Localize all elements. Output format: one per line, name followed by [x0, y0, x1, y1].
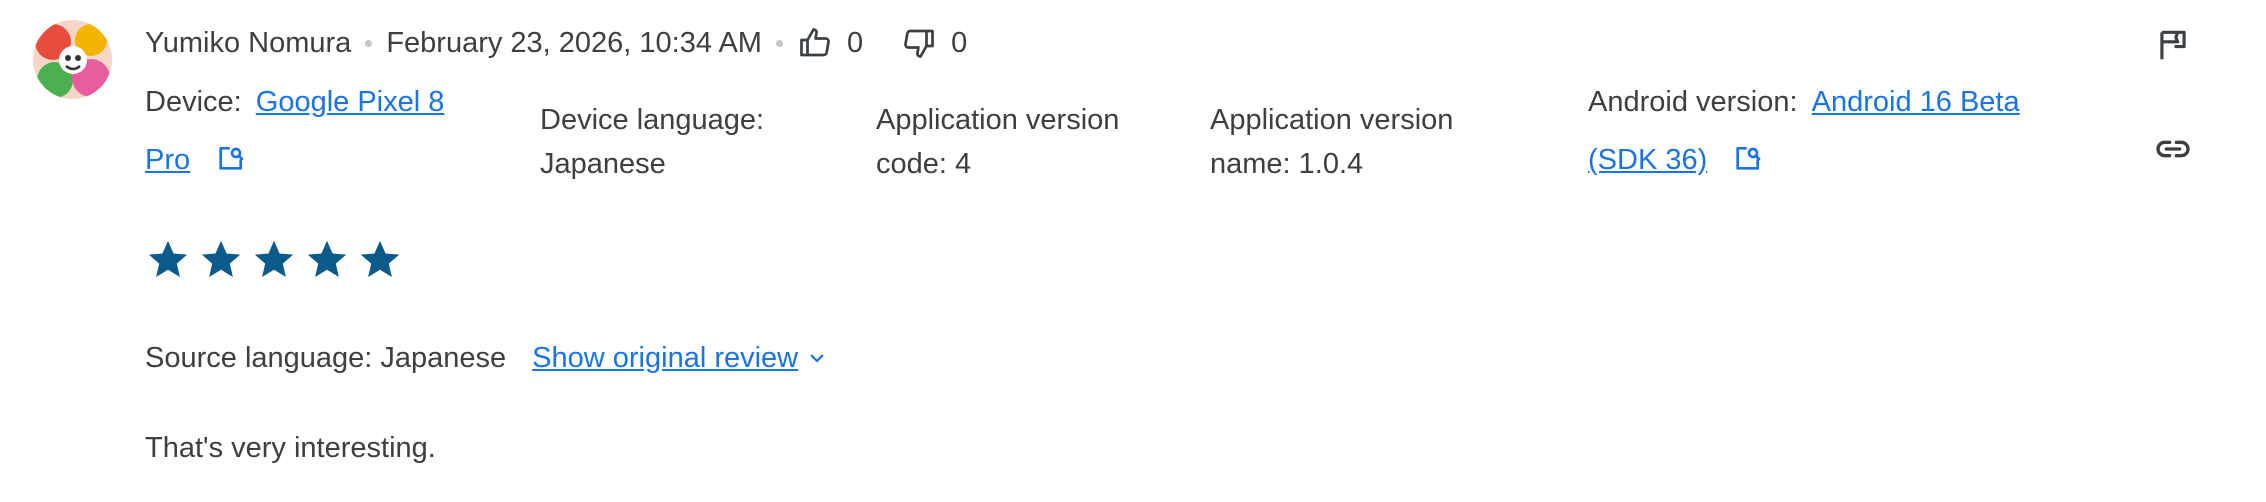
separator-dot [775, 39, 783, 47]
star-icon [357, 236, 403, 282]
thumbs-down-button[interactable]: 0 [901, 25, 967, 61]
show-original-review-link[interactable]: Show original review [532, 342, 798, 375]
thumbs-up-button[interactable]: 0 [797, 25, 863, 61]
device-link[interactable]: Pro [145, 144, 190, 176]
review-header: Yumiko Nomura February 23, 2026, 10:34 A… [145, 20, 967, 66]
device-language-info: Device language: Japanese [540, 98, 764, 186]
app-version-name-info: Application version name: 1.0.4 [1210, 98, 1453, 186]
app-version-name-value: 1.0.4 [1298, 148, 1364, 180]
thumbs-down-count: 0 [951, 26, 968, 59]
copy-link-button[interactable] [2150, 128, 2196, 174]
app-version-code-value: 4 [955, 148, 972, 180]
separator-dot [365, 39, 373, 47]
author-name: Yumiko Nomura [145, 26, 352, 59]
device-link[interactable]: Google Pixel 8 [256, 86, 445, 118]
device-language-value: Japanese [540, 148, 666, 180]
device-label: Device: [145, 86, 242, 118]
report-button[interactable] [2150, 24, 2196, 70]
android-version-link[interactable]: (SDK 36) [1588, 144, 1707, 176]
link-icon [2153, 129, 2193, 174]
app-version-code-label: code: [876, 148, 947, 180]
star-icon [198, 236, 244, 282]
thumbs-up-icon [797, 25, 833, 61]
open-in-new-icon[interactable] [1731, 143, 1763, 188]
app-version-code-info: Application version code: 4 [876, 98, 1119, 186]
open-in-new-icon[interactable] [214, 143, 246, 188]
android-version-info: Android version: Android 16 Beta (SDK 36… [1588, 80, 2020, 188]
star-icon [145, 236, 191, 282]
review-text: That's very interesting. [145, 432, 436, 464]
thumbs-down-icon [901, 25, 937, 61]
app-version-name-label: name: [1210, 148, 1291, 180]
review-datetime: February 23, 2026, 10:34 AM [386, 26, 762, 59]
thumbs-up-count: 0 [846, 26, 864, 59]
device-language-label: Device language: [540, 104, 765, 136]
app-version-code-label: Application version [876, 104, 1120, 136]
chevron-down-icon [808, 342, 826, 375]
show-original-review-button[interactable]: Show original review [532, 342, 826, 375]
avatar [33, 20, 112, 99]
source-language-label: Source language: Japanese [145, 341, 507, 374]
translation-row: Source language: Japanese Show original … [145, 338, 826, 378]
app-version-name-label: Application version [1210, 104, 1454, 136]
review-card: Yumiko Nomura February 23, 2026, 10:34 A… [0, 0, 2266, 502]
android-version-link[interactable]: Android 16 Beta [1812, 86, 2020, 118]
flag-icon [2154, 26, 2192, 69]
star-icon [251, 236, 297, 282]
star-icon [304, 236, 350, 282]
android-version-label: Android version: [1588, 86, 1798, 118]
device-info: Device: Google Pixel 8 Pro [145, 80, 475, 188]
star-rating [145, 236, 403, 282]
